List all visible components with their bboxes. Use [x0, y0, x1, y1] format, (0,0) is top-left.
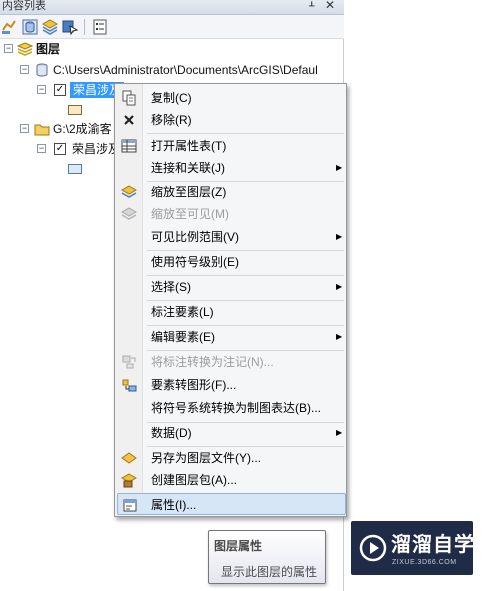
convert-labels-icon — [121, 354, 137, 370]
collapse-icon[interactable]: − — [37, 144, 46, 153]
menu-item-remove[interactable]: 移除(R) — [117, 109, 346, 131]
menu-item-zoom-to-layer[interactable]: 缩放至图层(Z) — [117, 181, 346, 203]
menu-item-data[interactable]: 数据(D) ▶ — [117, 422, 346, 444]
collapse-icon[interactable]: − — [20, 124, 29, 133]
menu-item-label: 将符号系统转换为制图表达(B)... — [151, 401, 321, 415]
menu-item-label: 将标注转换为注记(N)... — [151, 355, 274, 369]
menu-item-zoom-to-visible[interactable]: 缩放至可见(M) — [117, 203, 346, 225]
list-by-drawing-order-icon[interactable] — [1, 18, 19, 36]
watermark-brand: 溜溜自学 — [391, 534, 475, 556]
pane-title-bar: 内容列表 ᚆ ✕ — [0, 0, 344, 15]
submenu-arrow-icon: ▶ — [336, 428, 343, 437]
copy-icon — [121, 90, 137, 106]
menu-item-label: 使用符号级别(E) — [151, 255, 239, 269]
list-by-selection-icon[interactable] — [61, 18, 79, 36]
submenu-arrow-icon: ▶ — [336, 232, 343, 241]
remove-icon — [121, 112, 137, 128]
collapse-icon[interactable]: − — [20, 65, 29, 74]
list-by-source-icon[interactable] — [21, 18, 39, 36]
menu-item-label: 要素转图形(F)... — [151, 378, 237, 392]
menu-item-save-as-layer-file[interactable]: 另存为图层文件(Y)... — [117, 447, 346, 469]
layer-symbol-swatch[interactable] — [68, 105, 82, 115]
options-icon[interactable] — [91, 18, 109, 36]
menu-item-properties[interactable]: 属性(I)... — [117, 493, 346, 515]
menu-item-label: 选择(S) — [151, 280, 191, 294]
layer-visibility-checkbox[interactable]: ✓ — [54, 143, 66, 155]
menu-item-edit-features[interactable]: 编辑要素(E) ▶ — [117, 326, 346, 348]
layer-name[interactable]: 荣昌涉及 — [72, 139, 120, 159]
zoom-to-layer-icon — [120, 184, 138, 200]
menu-item-label: 编辑要素(E) — [151, 330, 215, 344]
menu-item-label: 属性(I)... — [151, 498, 197, 512]
menu-item-open-attribute-table[interactable]: 打开属性表(T) — [117, 135, 346, 157]
tree-item-workspace-1[interactable]: − C:\Users\Administrator\Documents\ArcGI… — [0, 60, 344, 80]
menu-item-convert-symbology-to-representation[interactable]: 将符号系统转换为制图表达(B)... — [117, 397, 346, 419]
menu-separator — [147, 133, 344, 134]
zoom-to-visible-icon — [120, 206, 138, 222]
layer-visibility-checkbox[interactable]: ✓ — [54, 84, 66, 96]
table-icon — [121, 138, 137, 154]
tree-item-layers[interactable]: − 图层 — [0, 39, 344, 59]
features-to-graphics-icon — [121, 377, 137, 393]
close-icon[interactable]: ✕ — [325, 0, 335, 12]
workspace-path: G:\2成渝客 — [53, 122, 112, 136]
pane-toolbar — [0, 15, 344, 39]
save-layer-file-icon — [121, 450, 137, 466]
layer-symbol-swatch[interactable] — [68, 164, 82, 174]
menu-item-use-symbol-levels[interactable]: 使用符号级别(E) — [117, 251, 346, 273]
menu-item-label: 复制(C) — [151, 91, 192, 105]
menu-item-joins-and-relates[interactable]: 连接和关联(J) ▶ — [117, 157, 346, 179]
menu-item-label: 可见比例范围(V) — [151, 230, 239, 244]
watermark-logo: 溜溜自学 ZIXUE.3D66.COM — [351, 521, 475, 575]
menu-item-label: 移除(R) — [151, 113, 192, 127]
menu-item-convert-features-to-graphics[interactable]: 要素转图形(F)... — [117, 374, 346, 396]
properties-icon — [122, 497, 138, 513]
play-logo-icon — [359, 534, 387, 565]
submenu-arrow-icon: ▶ — [336, 282, 343, 291]
menu-item-create-layer-package[interactable]: 创建图层包(A)... — [117, 469, 346, 491]
menu-item-label: 创建图层包(A)... — [151, 473, 237, 487]
submenu-arrow-icon: ▶ — [336, 332, 343, 341]
menu-item-label: 另存为图层文件(Y)... — [151, 451, 261, 465]
menu-item-label: 数据(D) — [151, 426, 192, 440]
list-by-visibility-icon[interactable] — [41, 18, 59, 36]
menu-item-label-features[interactable]: 标注要素(L) — [117, 301, 346, 323]
toolbar-separator — [84, 19, 85, 35]
menu-item-selection[interactable]: 选择(S) ▶ — [117, 276, 346, 298]
menu-item-visible-scale-range[interactable]: 可见比例范围(V) ▶ — [117, 226, 346, 248]
pin-icon[interactable]: ᚆ — [309, 0, 314, 12]
properties-tooltip: 图层属性 显示此图层的属性 — [208, 530, 326, 584]
tooltip-body: 显示此图层的属性 — [221, 565, 318, 579]
pane-title: 内容列表 — [2, 0, 46, 12]
collapse-icon[interactable]: − — [37, 85, 46, 94]
watermark-url: ZIXUE.3D66.COM — [392, 559, 457, 566]
workspace-path: C:\Users\Administrator\Documents\ArcGIS\… — [53, 63, 318, 77]
layer-context-menu: 复制(C) 移除(R) 打开属性表(T) 连接和关联(J) ▶ 缩放至图层(Z)… — [114, 83, 347, 517]
menu-item-convert-labels-to-annotation[interactable]: 将标注转换为注记(N)... — [117, 351, 346, 373]
menu-item-copy[interactable]: 复制(C) — [117, 87, 346, 109]
menu-item-label: 打开属性表(T) — [151, 139, 227, 153]
menu-item-label: 连接和关联(J) — [151, 161, 225, 175]
layer-package-icon — [120, 472, 138, 488]
menu-item-label: 缩放至图层(Z) — [151, 185, 227, 199]
tooltip-title: 图层属性 — [214, 539, 263, 553]
submenu-arrow-icon: ▶ — [336, 163, 343, 172]
menu-item-label: 标注要素(L) — [151, 305, 214, 319]
collapse-icon[interactable]: − — [4, 44, 13, 53]
menu-item-label: 缩放至可见(M) — [151, 207, 229, 221]
tree-root-label: 图层 — [36, 42, 61, 56]
